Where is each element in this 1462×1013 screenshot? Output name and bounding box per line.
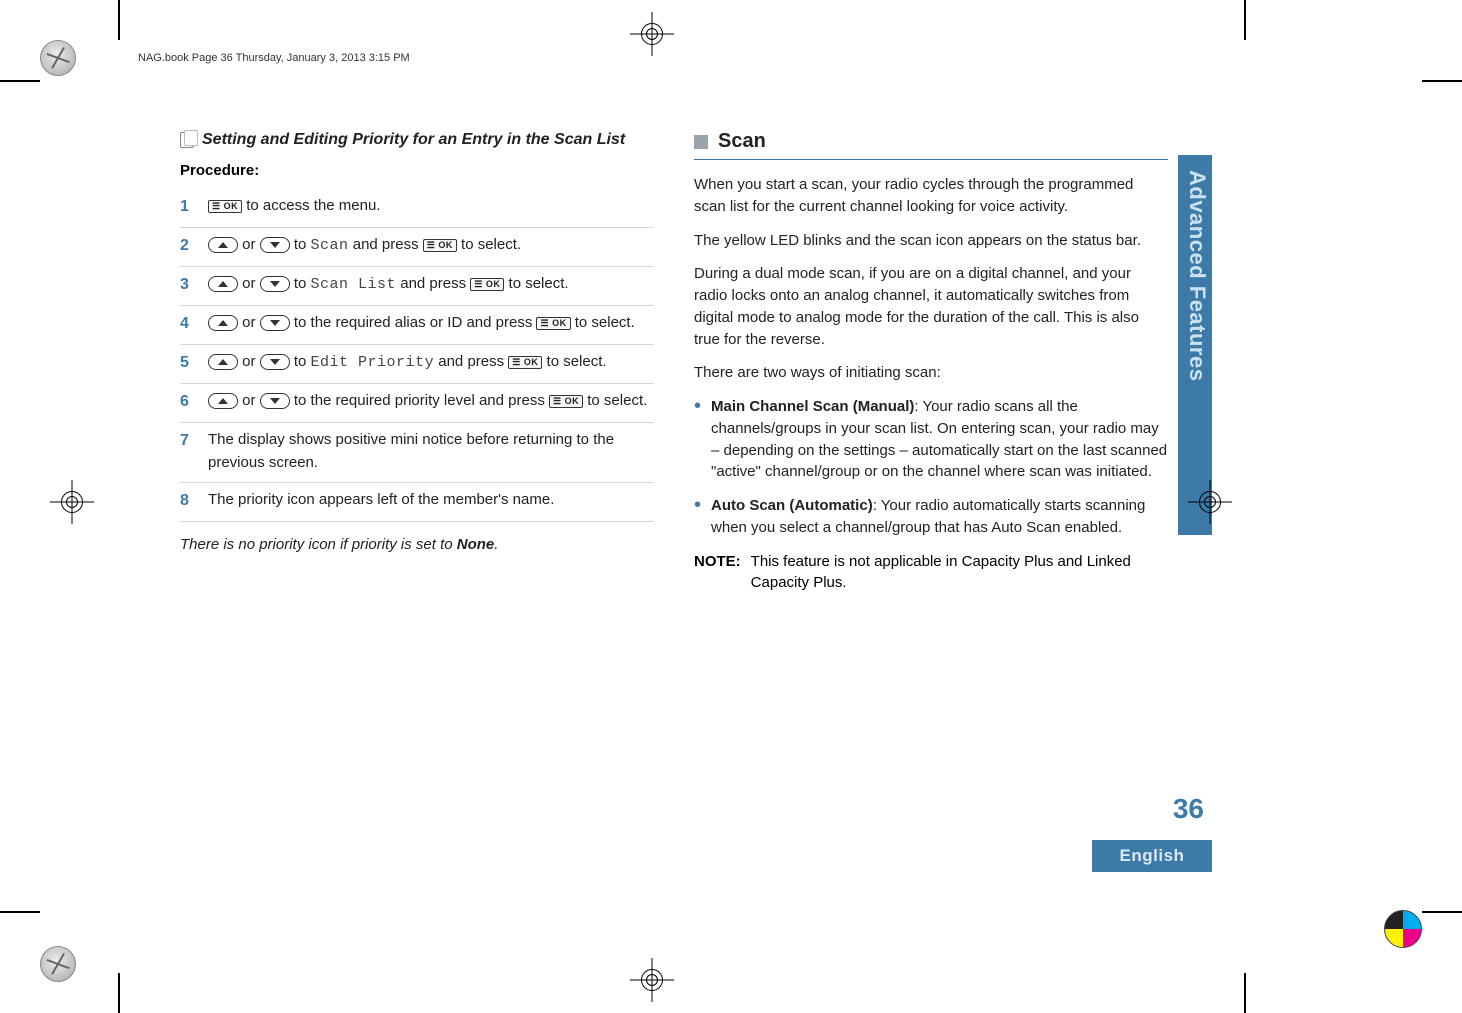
step-number: 2	[180, 234, 194, 258]
crop-tick-icon	[0, 911, 40, 913]
ok-button-icon: ☰ OK	[470, 278, 504, 291]
crop-tick-icon	[0, 80, 40, 82]
section-rule	[694, 159, 1168, 160]
list-item: • Main Channel Scan (Manual): Your radio…	[694, 396, 1168, 483]
paragraph: The yellow LED blinks and the scan icon …	[694, 230, 1168, 252]
screw-mark-icon	[40, 946, 76, 982]
ok-button-icon: ☰ OK	[549, 395, 583, 408]
down-arrow-icon	[260, 393, 290, 409]
ok-button-icon: ☰ OK	[508, 356, 542, 369]
lcd-text: Scan	[311, 237, 349, 254]
down-arrow-icon	[260, 354, 290, 370]
up-arrow-icon	[208, 315, 238, 331]
side-tab-label: Advanced Features	[1184, 170, 1210, 381]
step-text: to select.	[571, 314, 635, 331]
note-body: This feature is not applicable in Capaci…	[751, 551, 1168, 595]
subsection-title: Setting and Editing Priority for an Entr…	[202, 130, 625, 150]
lcd-text: Scan List	[311, 276, 397, 293]
up-arrow-icon	[208, 237, 238, 253]
paragraph: During a dual mode scan, if you are on a…	[694, 263, 1168, 350]
crop-tick-icon	[118, 973, 120, 1013]
step-number: 8	[180, 489, 194, 513]
step-2: 2 or to Scan and press ☰ OK to select.	[180, 228, 654, 267]
step-number: 6	[180, 390, 194, 414]
step-text: to	[290, 275, 311, 292]
list-item: • Auto Scan (Automatic): Your radio auto…	[694, 495, 1168, 539]
step-text: and press	[396, 275, 470, 292]
registration-cross-icon	[50, 480, 94, 524]
bullet-bold: Main Channel Scan (Manual)	[711, 398, 914, 415]
step-text: to the required alias or ID and press	[290, 314, 537, 331]
page-number: 36	[1173, 793, 1204, 825]
step-text: to access the menu.	[242, 197, 380, 214]
step-text: The priority icon appears left of the me…	[208, 489, 654, 512]
left-column: Setting and Editing Priority for an Entr…	[168, 130, 654, 594]
procedure-label: Procedure:	[180, 162, 654, 179]
print-header: NAG.book Page 36 Thursday, January 3, 20…	[138, 52, 410, 64]
step-number: 4	[180, 312, 194, 336]
step-number: 5	[180, 351, 194, 375]
registration-cross-icon	[630, 958, 674, 1002]
lcd-text: Edit Priority	[311, 354, 435, 371]
page-stack-icon	[180, 132, 194, 148]
crop-tick-icon	[1422, 911, 1462, 913]
crop-tick-icon	[1244, 973, 1246, 1013]
step-text: to	[290, 353, 311, 370]
step-text: and press	[349, 236, 423, 253]
down-arrow-icon	[260, 315, 290, 331]
down-arrow-icon	[260, 276, 290, 292]
crop-tick-icon	[1244, 0, 1246, 40]
step-text: The display shows positive mini notice b…	[208, 429, 654, 474]
right-column: Scan When you start a scan, your radio c…	[694, 130, 1168, 594]
note: NOTE: This feature is not applicable in …	[694, 551, 1168, 595]
bullet-bold: Auto Scan (Automatic)	[711, 497, 873, 514]
step-8: 8 The priority icon appears left of the …	[180, 483, 654, 522]
language-tab: English	[1092, 840, 1212, 872]
footnote: There is no priority icon if priority is…	[180, 536, 654, 553]
ok-button-icon: ☰ OK	[423, 239, 457, 252]
note-label: NOTE:	[694, 551, 741, 595]
crop-tick-icon	[118, 0, 120, 40]
down-arrow-icon	[260, 237, 290, 253]
colorbar-mark-icon	[1384, 910, 1422, 948]
page-content: Setting and Editing Priority for an Entr…	[168, 130, 1168, 594]
paragraph: There are two ways of initiating scan:	[694, 362, 1168, 384]
step-number: 7	[180, 429, 194, 453]
step-text: to select.	[457, 236, 521, 253]
section-heading: Scan	[694, 130, 1168, 153]
step-text: to the required priority level and press	[290, 392, 549, 409]
paragraph: When you start a scan, your radio cycles…	[694, 174, 1168, 218]
ok-button-icon: ☰ OK	[536, 317, 570, 330]
step-7: 7 The display shows positive mini notice…	[180, 423, 654, 483]
section-bullet-icon	[694, 135, 708, 149]
up-arrow-icon	[208, 393, 238, 409]
bullet-list: • Main Channel Scan (Manual): Your radio…	[694, 396, 1168, 539]
ok-button-icon: ☰ OK	[208, 200, 242, 213]
step-number: 1	[180, 195, 194, 219]
step-number: 3	[180, 273, 194, 297]
step-3: 3 or to Scan List and press ☰ OK to sele…	[180, 267, 654, 306]
step-text: to select.	[504, 275, 568, 292]
step-text: to select.	[583, 392, 647, 409]
subsection-heading: Setting and Editing Priority for an Entr…	[180, 130, 654, 150]
step-text: to select.	[542, 353, 606, 370]
up-arrow-icon	[208, 354, 238, 370]
step-4: 4 or to the required alias or ID and pre…	[180, 306, 654, 345]
bullet-icon: •	[694, 396, 701, 483]
crop-tick-icon	[1422, 80, 1462, 82]
procedure-steps: 1 ☰ OK to access the menu. 2 or to Scan …	[180, 189, 654, 522]
step-text: to	[290, 236, 311, 253]
registration-cross-icon	[1188, 480, 1232, 524]
step-6: 6 or to the required priority level and …	[180, 384, 654, 423]
bullet-icon: •	[694, 495, 701, 539]
step-1: 1 ☰ OK to access the menu.	[180, 189, 654, 228]
registration-cross-icon	[630, 12, 674, 56]
section-title: Scan	[718, 130, 766, 153]
screw-mark-icon	[40, 40, 76, 76]
up-arrow-icon	[208, 276, 238, 292]
step-text: and press	[434, 353, 508, 370]
step-5: 5 or to Edit Priority and press ☰ OK to …	[180, 345, 654, 384]
